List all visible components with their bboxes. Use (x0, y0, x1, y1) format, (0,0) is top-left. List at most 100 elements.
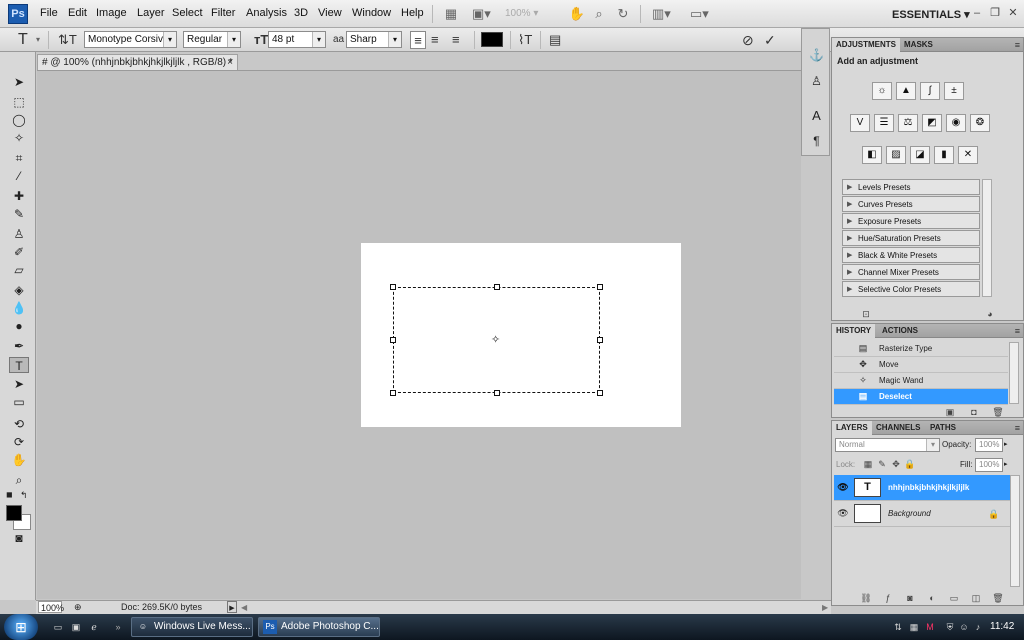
preset-levels[interactable]: ▶ Levels Presets (842, 179, 980, 195)
menu-edit[interactable]: Edit (68, 7, 87, 19)
delete-state-icon[interactable]: 🗑 (992, 406, 1004, 418)
menu-view[interactable]: View (318, 7, 342, 19)
panel-menu-icon[interactable]: ≡ (1015, 324, 1020, 338)
character-panel-icon[interactable]: A (808, 107, 825, 124)
new-snapshot-icon[interactable]: ◘ (968, 406, 980, 418)
default-colors-icon[interactable]: ◼ (6, 490, 13, 499)
transform-handle[interactable] (597, 337, 603, 343)
layer-name[interactable]: Background (888, 501, 931, 527)
gradient-map-icon[interactable]: ▮ (934, 146, 954, 164)
foreground-color-swatch[interactable] (6, 505, 22, 521)
history-item[interactable]: ✧ Magic Wand (834, 373, 1008, 389)
3d-rotate-tool-icon[interactable]: ⟲ (9, 416, 29, 432)
menu-filter[interactable]: Filter (211, 7, 235, 19)
paint-bucket-tool-icon[interactable]: ◈ (9, 282, 29, 298)
transform-handle[interactable] (597, 390, 603, 396)
hand-tool-icon[interactable]: ✋ (568, 5, 586, 23)
menu-layer[interactable]: Layer (137, 7, 165, 19)
history-item-selected[interactable]: ▤ Deselect (834, 389, 1008, 405)
layers-scrollbar[interactable] (1010, 475, 1020, 587)
dodge-tool-icon[interactable]: ● (9, 318, 29, 334)
history-scrollbar[interactable] (1009, 342, 1019, 404)
scroll-left-icon[interactable]: ◀ (241, 601, 247, 614)
move-tool-icon[interactable]: ➤ (9, 74, 29, 90)
quick-mask-icon[interactable]: ◙ (9, 530, 29, 546)
align-center-icon[interactable]: ≡ (431, 31, 439, 49)
minimize-icon[interactable]: – (970, 6, 984, 20)
align-right-icon[interactable]: ≡ (452, 31, 460, 49)
tab-adjustments[interactable]: ADJUSTMENTS (832, 38, 901, 52)
clip-to-layer-icon[interactable]: ⊡ (860, 308, 872, 320)
tab-channels[interactable]: CHANNELS (872, 421, 924, 435)
healing-brush-tool-icon[interactable]: ✚ (9, 188, 29, 204)
3d-orbit-tool-icon[interactable]: ⟳ (9, 434, 29, 450)
tray-messenger-icon[interactable]: ☺ (958, 621, 970, 633)
transform-handle[interactable] (494, 284, 500, 290)
new-document-from-state-icon[interactable]: ▣ (944, 406, 956, 418)
show-desktop-icon[interactable]: ▭ (52, 621, 64, 633)
zoom-tool-icon[interactable]: ⌕ (590, 5, 608, 23)
rotate-view-icon[interactable]: ↻ (614, 5, 632, 23)
channel-mixer-icon[interactable]: ❂ (970, 114, 990, 132)
adjustment-options-icon[interactable]: ◕ (984, 308, 996, 320)
transform-handle[interactable] (390, 337, 396, 343)
text-color-swatch[interactable] (481, 32, 503, 47)
levels-icon[interactable]: ▲ (896, 82, 916, 100)
threshold-icon[interactable]: ◪ (910, 146, 930, 164)
hue-saturation-icon[interactable]: ☰ (874, 114, 894, 132)
pen-tool-icon[interactable]: ✒ (9, 338, 29, 354)
transform-handle[interactable] (597, 284, 603, 290)
type-tool-icon[interactable]: T (9, 357, 29, 373)
new-group-icon[interactable]: ▭ (948, 592, 960, 604)
tab-paths[interactable]: PATHS (926, 421, 960, 435)
black-white-icon[interactable]: ◩ (922, 114, 942, 132)
eyedropper-tool-icon[interactable]: ⁄ (9, 168, 29, 184)
quick-launch-more-icon[interactable]: » (112, 621, 124, 633)
lock-position-icon[interactable]: ✥ (890, 458, 902, 470)
visibility-eye-icon[interactable]: 👁 (837, 507, 849, 519)
layer-name[interactable]: nhhjnbkjbhkjhkjlkjljlk (888, 475, 969, 501)
brush-tool-icon[interactable]: ✎ (9, 206, 29, 222)
align-left-icon[interactable]: ≡ (410, 31, 426, 49)
marquee-tool-icon[interactable]: ⬚ (9, 94, 29, 110)
antialias-select[interactable]: Sharp ▾ (346, 31, 402, 48)
layer-row-selected[interactable]: 👁 T nhhjnbkjbhkjhkjlkjljlk (834, 475, 1020, 501)
opacity-input[interactable]: 100% (975, 438, 1003, 452)
zoom-level[interactable]: 100% ▾ (505, 6, 551, 22)
font-style-select[interactable]: Regular ▾ (183, 31, 241, 48)
arrange-documents-icon[interactable]: ▥▾ (652, 5, 671, 23)
reference-point-icon[interactable]: ✧ (491, 334, 500, 346)
fill-arrow-icon[interactable]: ▸ (1004, 460, 1008, 468)
warp-text-icon[interactable]: ⌇T (518, 31, 532, 49)
tab-layers[interactable]: LAYERS (832, 421, 872, 435)
zoom-tool-icon[interactable]: ⌕ (9, 472, 29, 488)
transform-handle[interactable] (390, 284, 396, 290)
toggle-orientation-icon[interactable]: ⇅T (58, 31, 77, 49)
preset-channel-mixer[interactable]: ▶ Channel Mixer Presets (842, 264, 980, 280)
screen-mode-icon[interactable]: ▭▾ (690, 5, 709, 23)
tray-network-icon[interactable]: ⇅ (892, 621, 904, 633)
photo-filter-icon[interactable]: ◉ (946, 114, 966, 132)
eraser-tool-icon[interactable]: ▱ (9, 262, 29, 278)
shape-tool-icon[interactable]: ▭ (9, 394, 29, 410)
exposure-icon[interactable]: ± (944, 82, 964, 100)
switch-windows-icon[interactable]: ▣ (70, 621, 82, 633)
task-adobe-photoshop[interactable]: Ps Adobe Photoshop C... (258, 617, 380, 637)
tray-volume-icon[interactable]: ♪ (972, 621, 984, 633)
status-zoom[interactable]: 100% (38, 601, 64, 613)
visibility-eye-icon[interactable]: 👁 (837, 481, 849, 493)
posterize-icon[interactable]: ▨ (886, 146, 906, 164)
hand-tool-icon[interactable]: ✋ (9, 452, 29, 468)
internet-explorer-icon[interactable]: ℯ (88, 621, 100, 633)
link-layers-icon[interactable]: ⛓ (860, 592, 872, 604)
lock-all-icon[interactable]: 🔒 (904, 458, 916, 470)
tray-security-icon[interactable]: ⛨ (944, 621, 956, 633)
preset-selective-color[interactable]: ▶ Selective Color Presets (842, 281, 980, 297)
add-mask-icon[interactable]: ◙ (904, 592, 916, 604)
preset-hue-saturation[interactable]: ▶ Hue/Saturation Presets (842, 230, 980, 246)
tray-m-icon[interactable]: M (924, 621, 936, 633)
clone-source-icon[interactable]: ♙ (808, 73, 825, 90)
cancel-edits-icon[interactable]: ⊘ (742, 31, 754, 49)
lasso-tool-icon[interactable]: ◯ (9, 112, 29, 128)
view-extras-icon[interactable]: ▣▾ (472, 5, 491, 23)
